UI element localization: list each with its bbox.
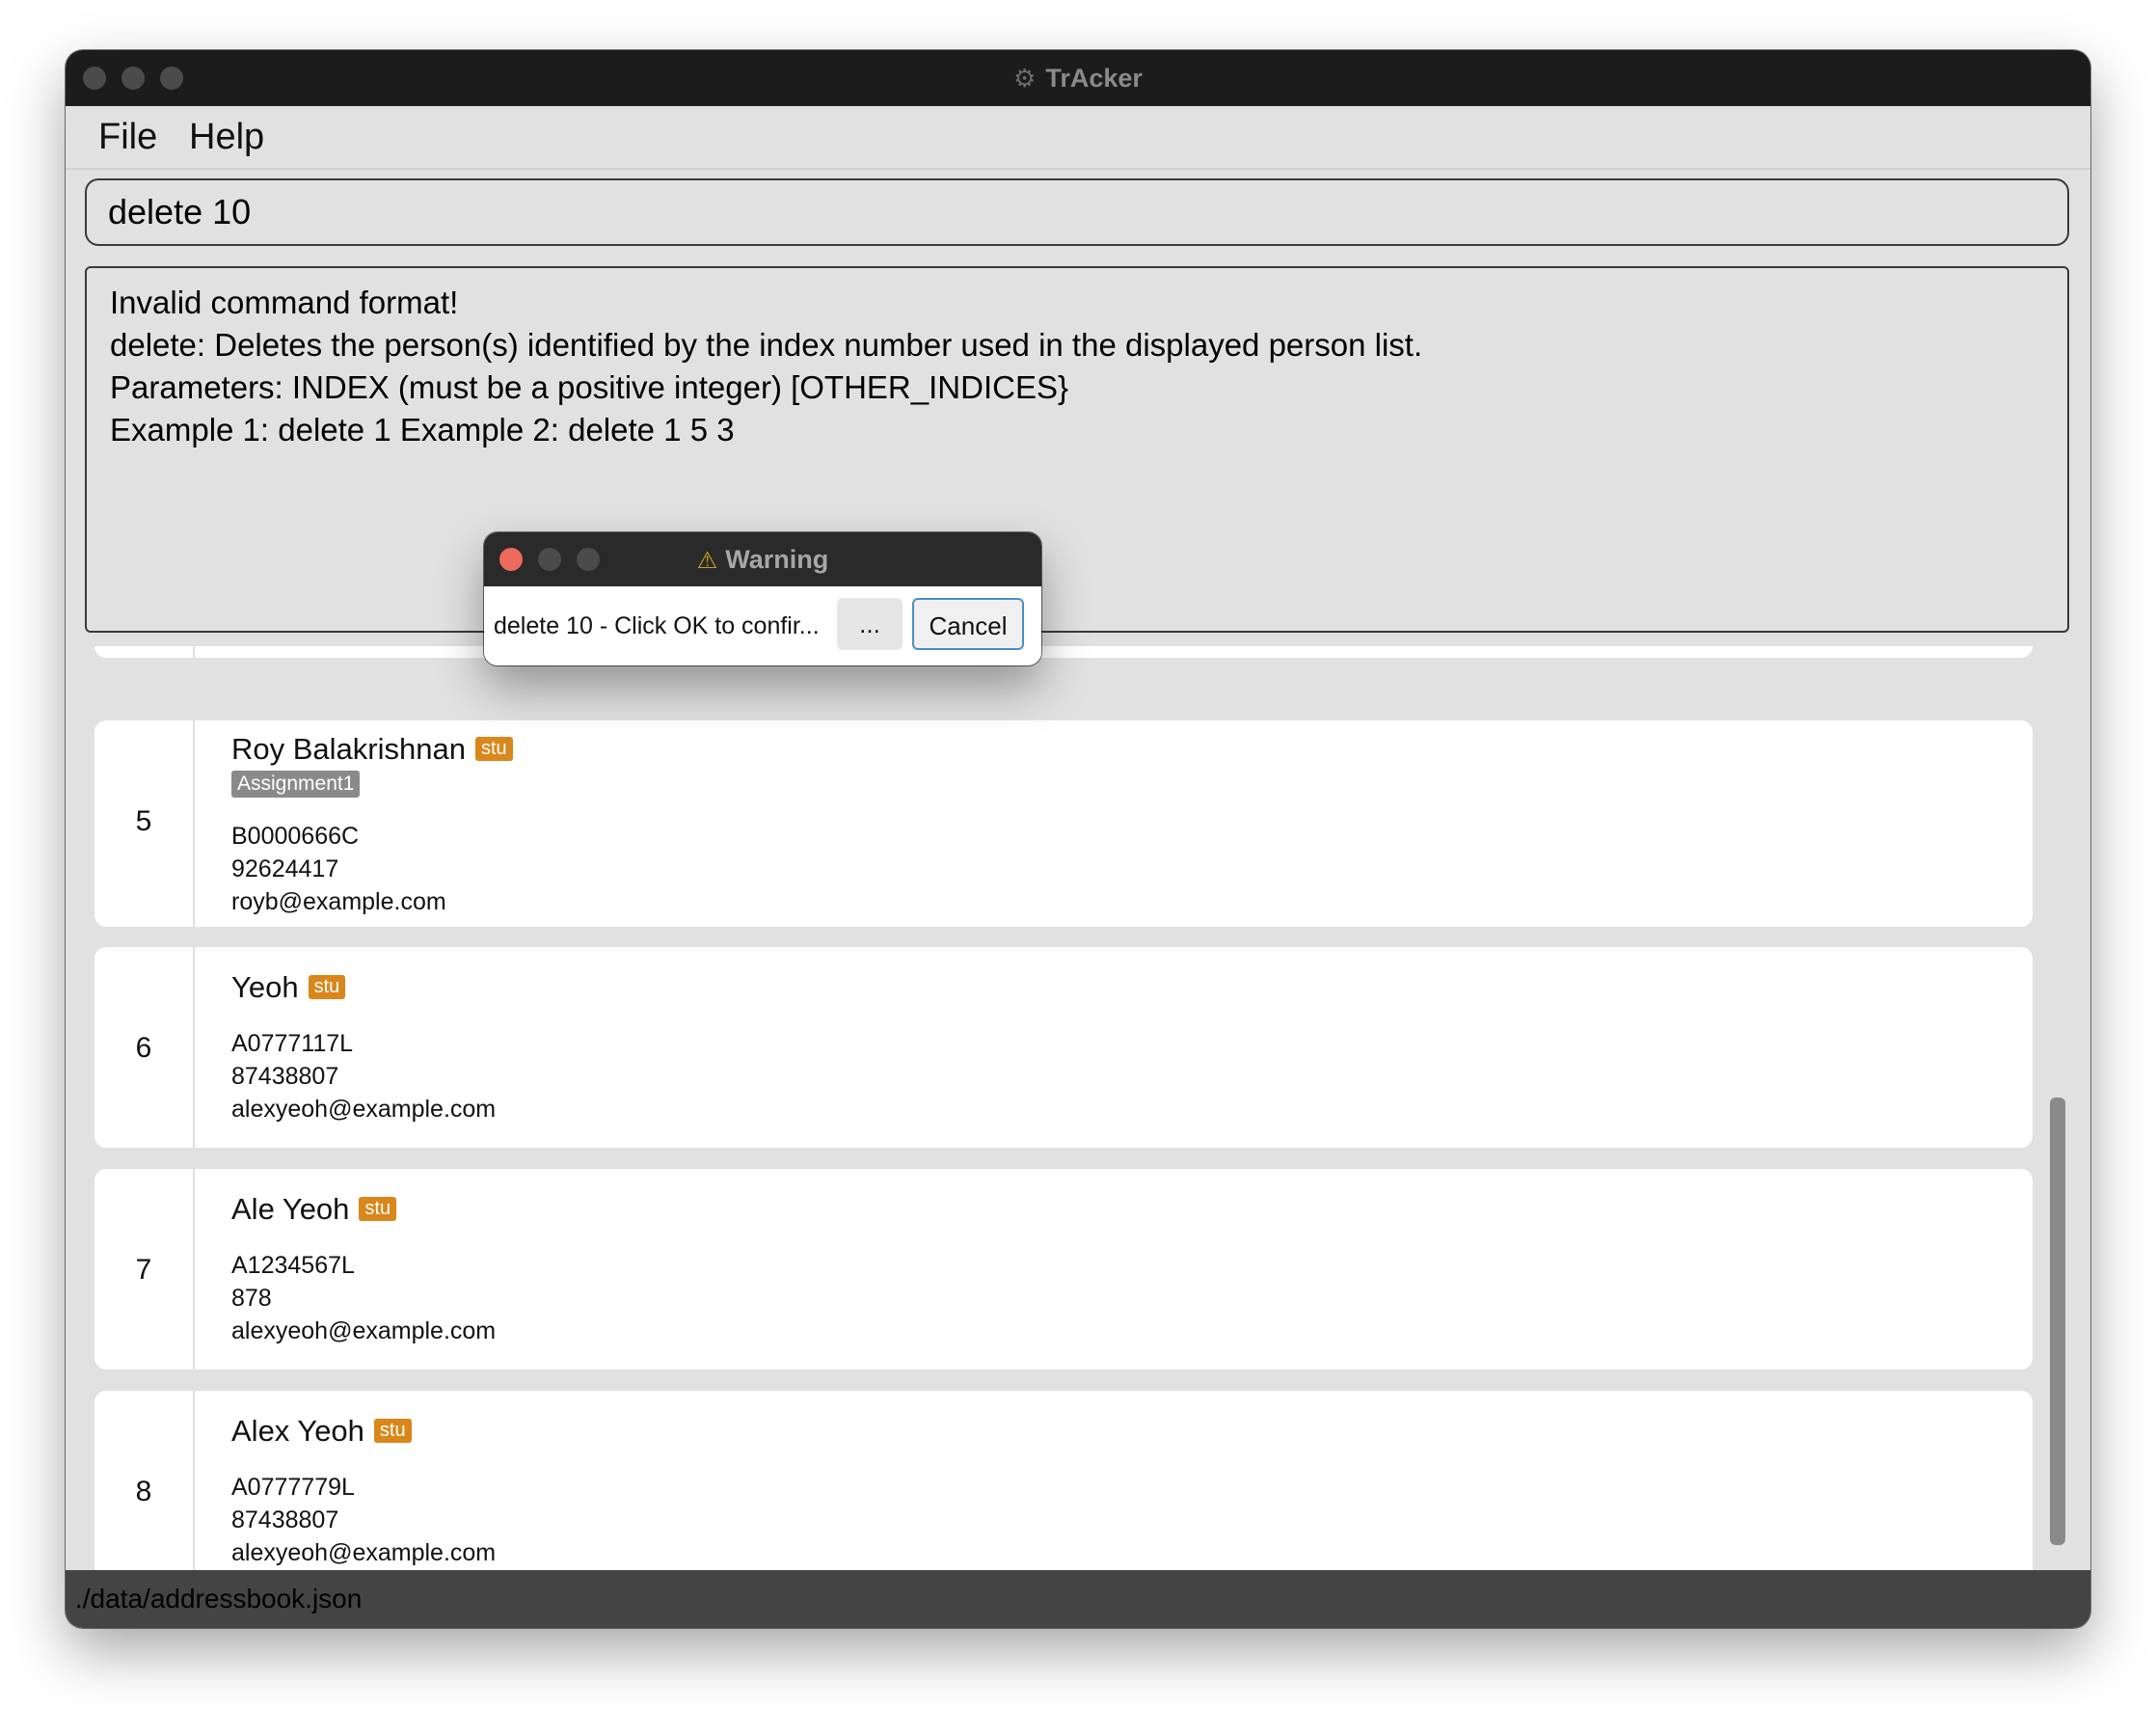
result-line: Example 1: delete 1 Example 2: delete 1 … (110, 412, 735, 448)
tag-badge: stu (474, 737, 513, 762)
person-card[interactable]: 7 Ale Yeoh stu A1234567L 878 alexyeoh@exa… (94, 1169, 2033, 1370)
warning-triangle-icon: ⚠ (696, 548, 718, 574)
person-index: 8 (135, 1476, 152, 1507)
person-phone: 878 (231, 1285, 272, 1312)
person-email: royb@example.com (231, 888, 446, 915)
window-title: ⚙ TrAcker (66, 50, 2090, 106)
menu-file[interactable]: File (98, 106, 157, 168)
result-display: Invalid command format! delete: Deletes … (85, 266, 2069, 633)
person-name: Roy Balakrishnan (231, 732, 466, 766)
app-icon: ⚙ (1013, 64, 1037, 93)
person-name: Alex Yeoh (231, 1414, 364, 1448)
person-name-row: Ale Yeoh stu (231, 1192, 397, 1227)
person-card[interactable]: 6 Yeoh stu A0777117L 87438807 alexyeoh@ex… (94, 947, 2033, 1148)
menu-bar: File Help (66, 106, 2090, 170)
person-id: A1234567L (231, 1252, 355, 1279)
dialog-message: delete 10 - Click OK to confir... (494, 612, 820, 639)
person-name-row: Yeoh stu (231, 970, 346, 1005)
result-line: Parameters: INDEX (must be a positive in… (110, 369, 1068, 405)
person-email: alexyeoh@example.com (231, 1096, 497, 1123)
dialog-title-text: Warning (725, 545, 829, 574)
person-name-row: Alex Yeoh stu (231, 1414, 412, 1449)
command-input[interactable]: delete 10 (85, 178, 2069, 246)
tag-badge: stu (373, 1419, 412, 1444)
list-scrollbar-thumb[interactable] (2050, 1098, 2065, 1545)
warning-dialog: ⚠ Warning delete 10 - Click OK to confir.… (484, 532, 1041, 665)
result-line: delete: Deletes the person(s) identified… (110, 327, 1423, 363)
person-card-partial[interactable] (94, 646, 2033, 658)
person-phone: 87438807 (231, 1063, 339, 1090)
person-id: A0777117L (231, 1030, 354, 1057)
dialog-title-bar: ⚠ Warning (484, 532, 1041, 586)
person-id: B0000666C (231, 823, 360, 850)
dialog-title: ⚠ Warning (484, 532, 1041, 586)
dialog-body: delete 10 - Click OK to confir... ... Ca… (484, 586, 1041, 665)
person-index: 7 (135, 1254, 152, 1286)
menu-help[interactable]: Help (189, 106, 264, 168)
person-name: Ale Yeoh (231, 1192, 350, 1226)
tag-badge: stu (308, 975, 346, 1000)
more-button[interactable]: ... (837, 598, 903, 650)
person-index: 5 (135, 805, 152, 837)
result-line: Invalid command format! (110, 285, 459, 320)
person-email: alexyeoh@example.com (231, 1539, 497, 1566)
window-title-text: TrAcker (1045, 64, 1143, 93)
person-phone: 92624417 (231, 855, 339, 882)
person-id: A0777779L (231, 1474, 355, 1501)
person-name-row: Roy Balakrishnan stu (231, 732, 513, 767)
person-index: 6 (135, 1032, 152, 1064)
tag-badge: stu (359, 1197, 397, 1222)
person-email: alexyeoh@example.com (231, 1317, 497, 1344)
person-card[interactable]: 5 Roy Balakrishnan stu Assignment1 B00006… (94, 720, 2033, 927)
person-phone: 87438807 (231, 1506, 339, 1533)
status-bar: ./data/addressbook.json (66, 1570, 2090, 1628)
data-file-path: ./data/addressbook.json (75, 1584, 363, 1614)
main-window: ⚙ TrAcker File Help delete 10 Invalid com… (66, 50, 2090, 1628)
person-name: Yeoh (231, 970, 299, 1004)
assignment-badge: Assignment1 (231, 771, 361, 798)
cancel-button[interactable]: Cancel (912, 598, 1024, 650)
title-bar: ⚙ TrAcker (66, 50, 2090, 106)
person-card[interactable]: 8 Alex Yeoh stu A0777779L 87438807 alexye… (94, 1391, 2033, 1591)
person-list[interactable]: 5 Roy Balakrishnan stu Assignment1 B00006… (66, 646, 2090, 1591)
index-column (94, 646, 195, 658)
